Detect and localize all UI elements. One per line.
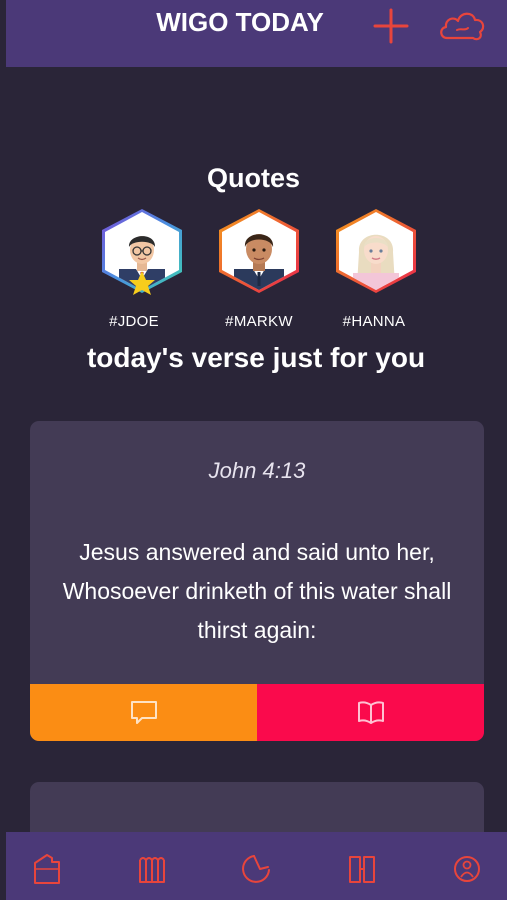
avatar-hanna[interactable] xyxy=(333,207,419,295)
open-book-icon xyxy=(357,700,384,724)
verse-heading: today's verse just for you xyxy=(86,342,426,373)
app: WIGO TODAY Quotes #JDOE #MARKW #HANNA to… xyxy=(0,0,507,900)
comment-icon xyxy=(130,700,157,724)
profile-icon[interactable] xyxy=(452,852,482,886)
bible-icon[interactable] xyxy=(347,852,377,886)
bottom-nav xyxy=(6,832,507,900)
home-icon[interactable] xyxy=(32,852,62,886)
comment-button[interactable] xyxy=(30,684,257,741)
timer-icon[interactable] xyxy=(242,852,272,886)
avatar-label-hanna: #HANNA xyxy=(342,313,406,330)
verse-card: John 4:13 Jesus answered and said unto h… xyxy=(30,421,484,741)
quotes-title: Quotes xyxy=(206,163,300,193)
add-icon[interactable] xyxy=(373,8,409,44)
avatar-markw[interactable] xyxy=(216,207,302,295)
read-button[interactable] xyxy=(257,684,484,741)
verse-text: Jesus answered and said unto her, Whosoe… xyxy=(62,539,452,643)
avatar-jdoe[interactable] xyxy=(99,207,185,295)
library-icon[interactable] xyxy=(137,852,167,886)
top-bar: WIGO TODAY xyxy=(6,0,507,67)
avatar-label-jdoe: #JDOE xyxy=(109,313,159,330)
avatar-label-markw: #MARKW xyxy=(225,313,293,330)
verse-reference: John 4:13 xyxy=(208,458,306,483)
cloud-icon[interactable] xyxy=(437,6,487,46)
